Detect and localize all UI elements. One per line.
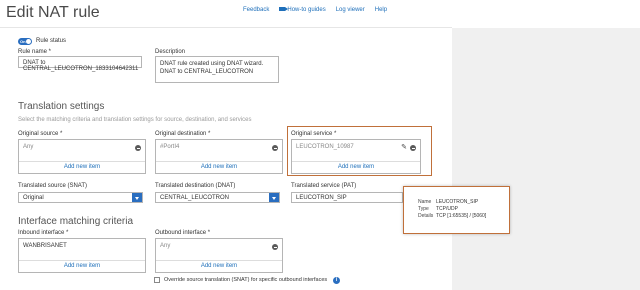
rule-status-label: Rule status <box>36 38 67 44</box>
original-destination-list[interactable]: #PortI4 Add new item <box>155 139 283 174</box>
outbound-interface-add-button[interactable]: Add new item <box>156 260 282 272</box>
rule-name-input[interactable]: DNAT to CENTRAL_LEUCOTRON_1833104642311 <box>18 56 142 72</box>
original-source-value: Any <box>23 144 34 150</box>
log-viewer-link[interactable]: Log viewer <box>336 7 365 13</box>
inbound-interface-list[interactable]: WANBRISANET Add new item <box>18 238 146 273</box>
chevron-down-icon <box>269 193 279 202</box>
tooltip-row-type: Type TCP/UDP <box>418 206 458 212</box>
original-source-list[interactable]: Any Add new item <box>18 139 146 174</box>
inbound-interface-label: Inbound interface * <box>18 230 69 236</box>
translated-destination-select[interactable]: CENTRAL_LEUCOTRON <box>155 192 280 203</box>
video-icon <box>279 7 289 12</box>
override-snat-checkbox[interactable] <box>154 277 160 283</box>
how-to-guides-label: How-to guides <box>287 7 326 13</box>
inbound-interface-add-button[interactable]: Add new item <box>19 260 145 272</box>
translated-service-select[interactable]: LEUCOTRON_SIP <box>291 192 403 203</box>
translated-destination-value: CENTRAL_LEUCOTRON <box>160 195 230 201</box>
interface-matching-title: Interface matching criteria <box>18 216 134 227</box>
remove-icon[interactable] <box>272 244 278 250</box>
original-destination-value: #PortI4 <box>160 144 180 150</box>
original-source-label: Original source * <box>18 131 63 137</box>
description-textarea[interactable]: DNAT rule created using DNAT wizard. DNA… <box>155 56 279 83</box>
feedback-link[interactable]: Feedback <box>243 7 269 13</box>
override-snat-label: Override source translation (SNAT) for s… <box>164 277 328 283</box>
rule-name-label: Rule name * <box>18 49 52 55</box>
translation-settings-title: Translation settings <box>18 101 105 112</box>
toggle-on-text: On <box>20 39 26 44</box>
how-to-guides-link[interactable]: How-to guides <box>279 7 326 13</box>
header-links: Feedback How-to guides Log viewer Help <box>243 7 387 13</box>
tooltip-value: TCP/UDP <box>436 206 458 212</box>
tooltip-value: LEUCOTRON_SIP <box>436 199 479 205</box>
chevron-down-icon <box>132 193 142 202</box>
translated-source-value: Original <box>23 195 44 201</box>
tooltip-row-details: Details TCP [1:65535] / [5060] <box>418 213 486 219</box>
translated-source-label: Translated source (SNAT) <box>18 183 88 189</box>
translation-settings-subtitle: Select the matching criteria and transla… <box>18 117 252 123</box>
rule-status-toggle[interactable]: On <box>18 38 32 45</box>
remove-icon[interactable] <box>135 145 141 151</box>
original-service-highlight <box>287 126 432 176</box>
original-destination-label: Original destination * <box>155 131 211 137</box>
service-tooltip: Name LEUCOTRON_SIP Type TCP/UDP Details TCP… <box>403 186 510 234</box>
tooltip-value: TCP [1:65535] / [5060] <box>436 213 487 219</box>
top-right-blank <box>452 0 640 28</box>
tooltip-key: Details <box>418 213 434 219</box>
inbound-interface-value: WANBRISANET <box>23 243 67 249</box>
outbound-interface-label: Outbound interface * <box>155 230 211 236</box>
help-link[interactable]: Help <box>375 7 387 13</box>
tooltip-row-name: Name LEUCOTRON_SIP <box>418 199 478 205</box>
right-background <box>452 28 640 290</box>
original-source-add-button[interactable]: Add new item <box>19 161 145 173</box>
original-destination-add-button[interactable]: Add new item <box>156 161 282 173</box>
description-label: Description <box>155 49 186 55</box>
outbound-interface-list[interactable]: Any Add new item <box>155 238 283 273</box>
translated-service-value: LEUCOTRON_SIP <box>296 195 347 201</box>
remove-icon[interactable] <box>272 145 278 151</box>
page-title: Edit NAT rule <box>6 4 100 21</box>
info-icon[interactable]: i <box>333 277 340 284</box>
translated-source-select[interactable]: Original <box>18 192 143 203</box>
outbound-interface-value: Any <box>160 243 171 249</box>
translated-destination-label: Translated destination (DNAT) <box>155 183 236 189</box>
tooltip-key: Name <box>418 199 432 205</box>
tooltip-key: Type <box>418 206 429 212</box>
toggle-knob <box>26 39 31 44</box>
translated-service-label: Translated service (PAT) <box>291 183 357 189</box>
